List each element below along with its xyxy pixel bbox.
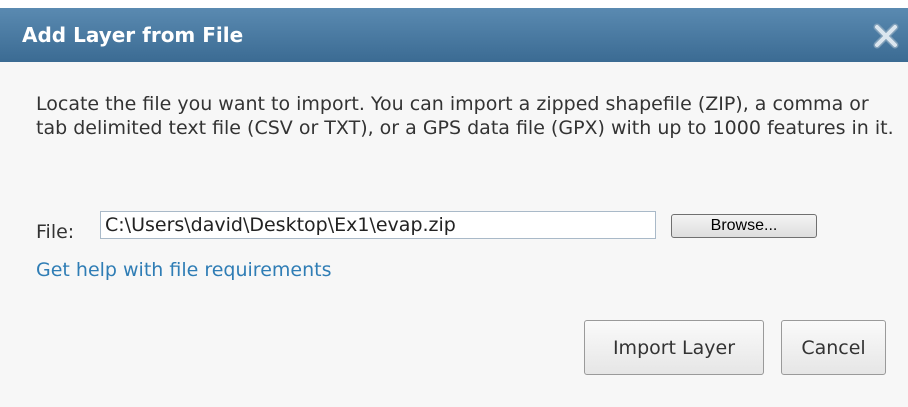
cancel-button[interactable]: Cancel (781, 320, 886, 375)
file-path-input[interactable] (100, 211, 656, 239)
file-requirements-help-link[interactable]: Get help with file requirements (36, 258, 331, 282)
add-layer-dialog: Add Layer from File Locate the file you … (0, 0, 908, 407)
dialog-title: Add Layer from File (22, 23, 244, 47)
import-layer-button[interactable]: Import Layer (584, 320, 764, 375)
dialog-titlebar: Add Layer from File (0, 8, 908, 62)
file-label: File: (36, 221, 75, 243)
close-icon[interactable] (872, 22, 900, 50)
instructions-text: Locate the file you want to import. You … (36, 93, 894, 139)
browse-button[interactable]: Browse... (671, 214, 817, 238)
top-strip (0, 0, 908, 8)
